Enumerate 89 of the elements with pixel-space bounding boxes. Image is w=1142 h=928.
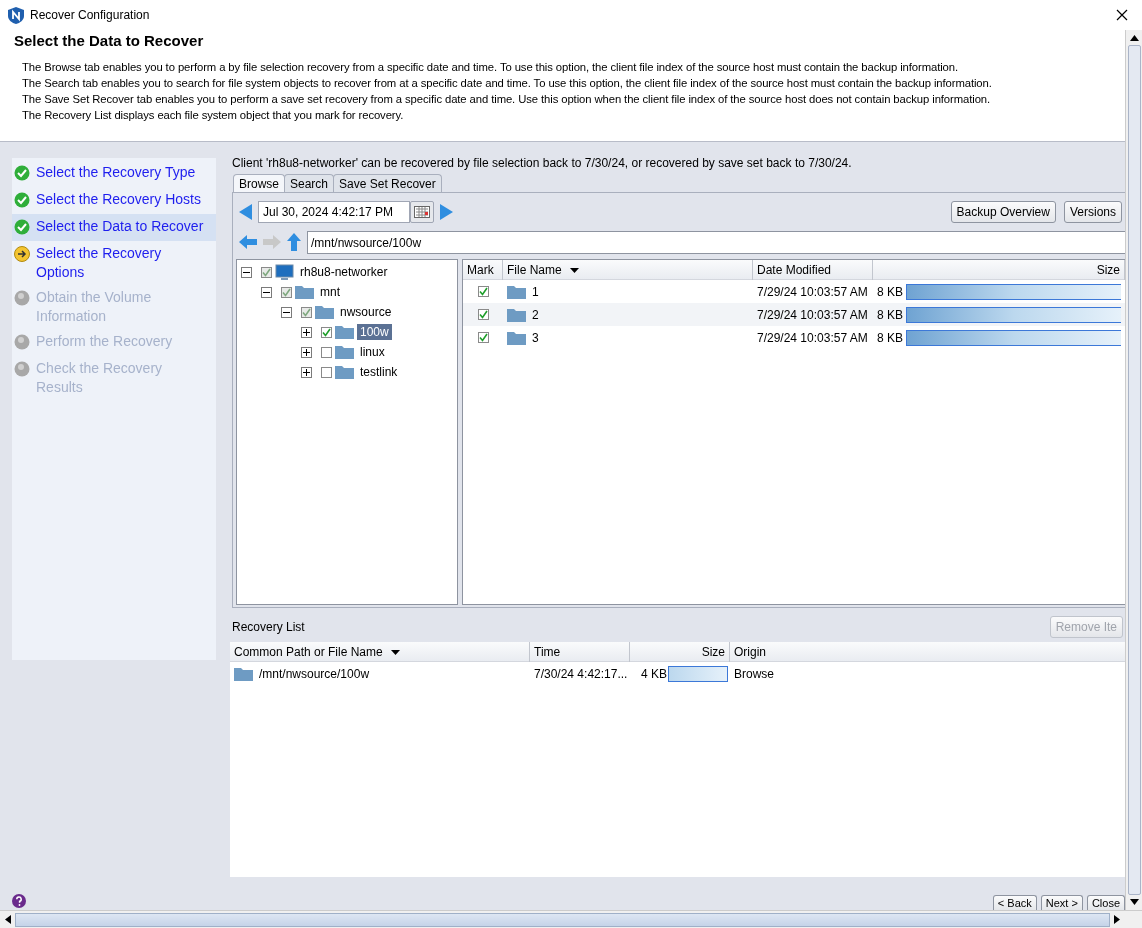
tree-item[interactable]: 100w [357, 324, 392, 340]
checkbox[interactable] [477, 332, 489, 343]
collapse-icon[interactable] [241, 266, 252, 278]
footer-button[interactable]: < Back [992, 895, 1037, 910]
collapse-icon[interactable] [281, 306, 292, 318]
expand-icon[interactable] [301, 346, 312, 358]
path-field[interactable]: /mnt/nwsource/100w [307, 230, 1125, 254]
checkbox[interactable] [281, 286, 292, 298]
help-icon[interactable] [12, 894, 26, 908]
scroll-down-icon[interactable] [1129, 899, 1139, 905]
description-text: The Recovery List displays each file system object that you mark for recovery. [21, 108, 405, 123]
folder-icon [507, 330, 526, 345]
close-icon[interactable] [1116, 9, 1128, 21]
file-name: 2 [532, 307, 539, 322]
step-item[interactable]: Select the Recovery Type [12, 160, 216, 187]
circle-icon [14, 334, 30, 350]
page-title: Select the Data to Recover [14, 32, 205, 49]
toolbar-button[interactable]: Versions [1063, 201, 1122, 223]
size-cell: 8 KB [877, 330, 903, 345]
checkbox[interactable] [321, 366, 332, 378]
expand-icon[interactable] [301, 326, 312, 338]
tab[interactable]: Save Set Recover [333, 174, 442, 192]
folder-icon [507, 284, 526, 299]
folder-icon [234, 666, 253, 681]
date-field[interactable]: Jul 30, 2024 4:42:17 PM [258, 201, 410, 223]
description-text: The Search tab enables you to search for file system objects to recover from at a specific date and time. To use this option, the client file index of the source host must contain the backup information. [21, 76, 993, 91]
sort-caret-icon [390, 649, 400, 655]
tab[interactable]: Browse [233, 174, 285, 192]
expand-icon[interactable] [301, 366, 312, 378]
check-circle-icon [14, 165, 30, 181]
scroll-right-icon[interactable] [1114, 915, 1120, 924]
footer-button[interactable]: Close [1086, 895, 1125, 910]
origin-cell-text: Browse [733, 666, 775, 681]
footer-button[interactable]: Next > [1040, 895, 1083, 910]
checkbox[interactable] [301, 306, 312, 318]
file-name: 1 [532, 284, 539, 299]
date-cell-text: 7/29/24 10:03:57 AM [756, 330, 869, 345]
computer-icon [275, 263, 294, 281]
step-item[interactable]: Select the Recovery Options [12, 241, 216, 285]
folder-icon [335, 365, 354, 379]
checkbox[interactable] [261, 266, 272, 278]
tree-item[interactable]: rh8u8-networker [297, 264, 391, 280]
circle-icon [14, 361, 30, 377]
description-text: The Save Set Recover tab enables you to perform a save set recovery from a specific date and time. Use this option when the client file index of the source host does not contain backup information. [21, 92, 992, 107]
tree-item[interactable]: linux [357, 344, 388, 360]
app-logo-icon [8, 6, 24, 24]
toolbar-button[interactable]: Backup Overview [950, 201, 1056, 223]
folder-icon [295, 285, 314, 299]
checkbox[interactable] [321, 346, 332, 358]
window-title: Recover Configuration [30, 8, 151, 22]
check-circle-icon [14, 192, 30, 208]
calendar-button[interactable] [410, 201, 434, 223]
next-icon[interactable] [439, 204, 453, 220]
date-cell-text: 7/29/24 10:03:57 AM [756, 307, 869, 322]
back-arrow-icon[interactable] [239, 235, 257, 249]
calendar-icon [414, 206, 430, 218]
column-header[interactable]: Origin [730, 642, 1125, 662]
size-cell: 4 KB [641, 666, 667, 681]
tree-item[interactable]: nwsource [337, 304, 395, 320]
date-cell-text: 7/29/24 10:03:57 AM [756, 284, 869, 299]
check-circle-icon [14, 219, 30, 235]
step-item[interactable]: Select the Recovery Hosts [12, 187, 216, 214]
folder-icon [507, 307, 526, 322]
description-text: The Browse tab enables you to perform a by file selection recovery from a specific date and time. To use this option, the client file index of the source host must contain the backup information. [21, 60, 959, 75]
path-cell: /mnt/nwsource/100w [259, 666, 370, 681]
client-note: Client 'rh8u8-networker' can be recovered by file selection back to 7/30/24, or recovered by save set back to 7/30/24. [231, 156, 853, 172]
checkbox[interactable] [477, 309, 489, 320]
size-bar [668, 665, 728, 682]
tree-item[interactable]: mnt [317, 284, 343, 300]
up-arrow-icon[interactable] [287, 233, 301, 251]
folder-icon [335, 325, 354, 339]
section-title: Recovery List [232, 620, 306, 634]
folder-icon [335, 345, 354, 359]
scroll-left-icon[interactable] [5, 915, 11, 924]
sort-caret-icon [569, 267, 579, 273]
checkbox[interactable] [321, 326, 332, 338]
tree-item[interactable]: testlink [357, 364, 401, 380]
arrow-circle-icon [14, 246, 30, 262]
scroll-up-icon[interactable] [1129, 35, 1139, 41]
previous-icon[interactable] [239, 204, 253, 220]
circle-icon [14, 290, 30, 306]
step-item[interactable]: Select the Data to Recover [12, 214, 216, 241]
time-cell-text: 7/30/24 4:42:17... [533, 666, 629, 681]
size-cell: 8 KB [877, 284, 903, 299]
size-cell: 8 KB [877, 307, 903, 322]
folder-icon [315, 305, 334, 319]
checkbox[interactable] [477, 286, 489, 297]
collapse-icon[interactable] [261, 286, 272, 298]
file-name: 3 [532, 330, 539, 345]
